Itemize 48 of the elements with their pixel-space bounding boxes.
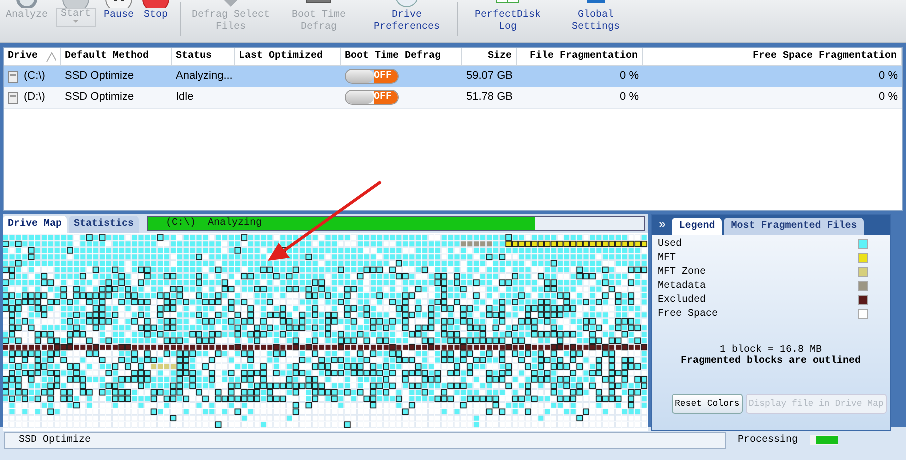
toolbar-button[interactable]: Stop bbox=[138, 0, 174, 22]
column-header[interactable]: Status bbox=[172, 48, 235, 66]
table-cell-text: Analyzing... bbox=[175, 69, 234, 84]
legend-label: Excluded bbox=[658, 294, 706, 306]
status-field: SSD Optimize bbox=[4, 432, 726, 448]
toolbar-button[interactable]: Global Settings bbox=[552, 0, 640, 34]
legend-label: MFT Zone bbox=[658, 266, 706, 278]
view-tab[interactable]: Statistics bbox=[69, 216, 140, 233]
table-cell-text: 0 % bbox=[619, 69, 640, 84]
drive-label: (C:\) bbox=[24, 69, 46, 84]
table-cell-text: SSD Optimize bbox=[64, 90, 136, 105]
drive-label: (D:\) bbox=[24, 90, 46, 105]
legend-note: Fragmented blocks are outlined bbox=[680, 356, 862, 367]
view-tab[interactable]: Drive Map bbox=[3, 216, 68, 233]
column-header[interactable]: File Fragmentation bbox=[517, 48, 643, 66]
legend-tab[interactable]: Most Fragmented Files bbox=[724, 218, 864, 235]
sort-icon bbox=[46, 51, 56, 63]
toolbar-button[interactable]: Pause bbox=[100, 0, 138, 22]
table-cell-text: Idle bbox=[175, 90, 195, 105]
table-row[interactable]: (C:\) SSD Optimize Analyzing... OFF 59.07 GB 0 % 0 % bbox=[4, 66, 902, 87]
activity-indicator bbox=[810, 435, 838, 445]
table-cell-text: 51.78 GB bbox=[466, 90, 514, 105]
status-text: Processing bbox=[738, 434, 798, 446]
block-size-text: 1 block = 16.8 MB bbox=[720, 345, 822, 356]
table-row[interactable]: (D:\) SSD Optimize Idle OFF 51.78 GB 0 % 0 % bbox=[4, 87, 902, 109]
table-cell-text: 0 % bbox=[878, 69, 899, 84]
column-header[interactable]: Default Method bbox=[61, 48, 172, 66]
drive-icon bbox=[8, 70, 18, 82]
table-cell-text: SSD Optimize bbox=[64, 69, 136, 84]
table-cell-text: 0 % bbox=[619, 90, 640, 105]
legend-button[interactable]: Reset Colors bbox=[672, 394, 743, 414]
table-cell-text: 59.07 GB bbox=[466, 69, 514, 84]
legend-label: Used bbox=[658, 238, 682, 250]
toolbar-button[interactable]: PerfectDisk Log bbox=[464, 0, 552, 34]
toolbar-button[interactable]: Drive Preferences bbox=[363, 0, 452, 34]
legend-label: MFT bbox=[658, 252, 676, 264]
column-header[interactable]: Last Optimized bbox=[235, 48, 341, 66]
column-header[interactable]: Drive bbox=[4, 48, 61, 66]
progress-label: (C:\) Analyzing bbox=[166, 217, 262, 230]
expand-icon[interactable]: » bbox=[655, 218, 670, 235]
drive-icon bbox=[8, 92, 18, 104]
column-header[interactable]: Size bbox=[462, 48, 517, 66]
legend-label: Free Space bbox=[658, 308, 718, 320]
column-header[interactable]: Boot Time Defrag bbox=[341, 48, 462, 66]
column-header[interactable]: Free Space Fragmentation bbox=[643, 48, 902, 66]
legend-label: Metadata bbox=[658, 280, 706, 292]
legend-tab[interactable]: Legend bbox=[672, 218, 722, 235]
table-cell-text: 0 % bbox=[878, 90, 899, 105]
